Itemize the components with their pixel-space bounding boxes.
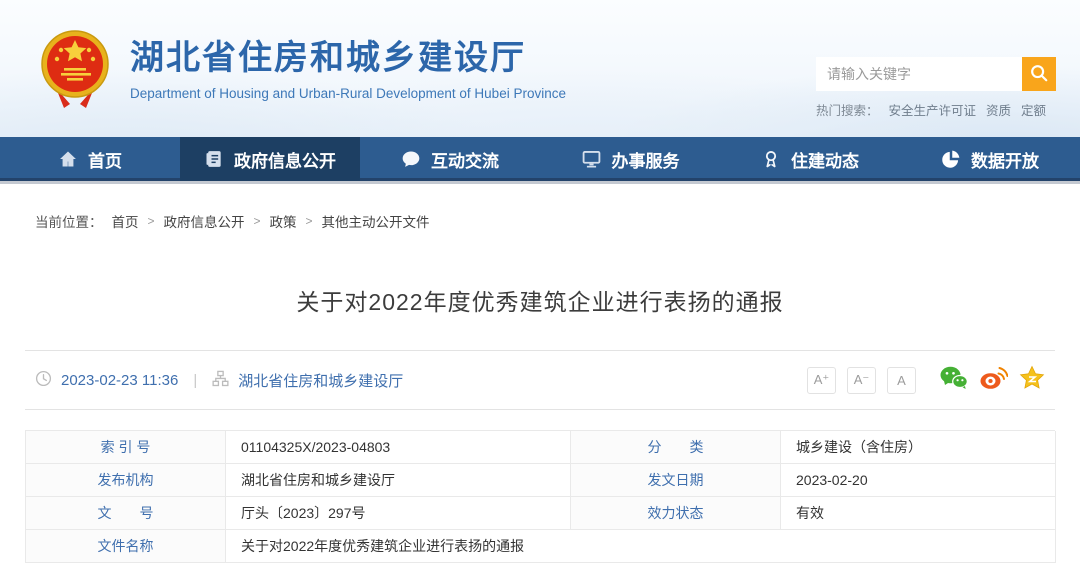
search-area: 热门搜索： 安全生产许可证 资质 定额 [816, 57, 1056, 119]
nav-item-label: 住建动态 [791, 151, 859, 171]
info-value-doc-title: 关于对2022年度优秀建筑企业进行表扬的通报 [226, 530, 1056, 563]
nav-item-label: 数据开放 [971, 151, 1039, 171]
hot-search-link[interactable]: 资质 [986, 100, 1011, 119]
org-sitemap-icon [212, 370, 229, 391]
info-value-issue-date: 2023-02-20 [781, 464, 1056, 497]
nav-item-news[interactable]: 住建动态 [720, 137, 900, 181]
chat-bubble-icon [401, 149, 421, 169]
nav-item-label: 首页 [88, 151, 122, 171]
info-label-index-number: 索 引 号 [26, 431, 226, 464]
info-label-validity-status: 效力状态 [571, 497, 781, 530]
info-value-index-number: 01104325X/2023-04803 [226, 431, 571, 464]
nav-item-gov-info[interactable]: 政府信息公开 [180, 137, 360, 181]
search-button[interactable] [1022, 57, 1056, 91]
meta-separator: | [193, 371, 198, 389]
national-emblem-logo [36, 26, 114, 112]
nav-item-label: 政府信息公开 [234, 151, 336, 171]
breadcrumb: 当前位置： 首页 > 政府信息公开 > 政策 > 其他主动公开文件 [35, 211, 1080, 231]
article-title: 关于对2022年度优秀建筑企业进行表扬的通报 [296, 289, 784, 315]
nav-item-label: 互动交流 [431, 151, 499, 171]
nav-item-home[interactable]: 首页 [0, 137, 180, 181]
info-value-issuing-agency: 湖北省住房和城乡建设厅 [226, 464, 571, 497]
hot-search-link[interactable]: 定额 [1021, 100, 1046, 119]
hot-search-link[interactable]: 安全生产许可证 [889, 100, 977, 119]
info-label-issue-date: 发文日期 [571, 464, 781, 497]
site-header: 湖北省住房和城乡建设厅 Department of Housing and Ur… [0, 0, 1080, 137]
font-decrease-button[interactable]: A⁻ [847, 366, 876, 394]
pie-chart-icon [941, 149, 961, 169]
document-icon [204, 149, 224, 169]
breadcrumb-label: 当前位置： [35, 215, 103, 230]
breadcrumb-item-policy[interactable]: 政策 [270, 211, 297, 231]
info-value-validity-status: 有效 [781, 497, 1056, 530]
publish-time: 2023-02-23 11:36 [61, 371, 179, 389]
qzone-star-icon[interactable] [1019, 365, 1045, 395]
nav-item-services[interactable]: 办事服务 [540, 137, 720, 181]
nav-item-open-data[interactable]: 数据开放 [900, 137, 1080, 181]
site-title: 湖北省住房和城乡建设厅 [130, 39, 526, 77]
search-input[interactable] [816, 57, 1022, 91]
wechat-icon[interactable] [939, 365, 968, 395]
weibo-icon[interactable] [979, 365, 1009, 395]
hot-search-label: 热门搜索： [816, 104, 879, 118]
monitor-icon [581, 149, 602, 169]
breadcrumb-separator: > [305, 214, 313, 228]
clock-icon [35, 370, 52, 391]
breadcrumb-item-other-docs[interactable]: 其他主动公开文件 [322, 211, 430, 231]
info-label-doc-number: 文 号 [26, 497, 226, 530]
info-label-category: 分 类 [571, 431, 781, 464]
breadcrumb-item-gov-info[interactable]: 政府信息公开 [164, 211, 245, 231]
font-increase-button[interactable]: A⁺ [807, 366, 836, 394]
article-meta-bar: 2023-02-23 11:36 | 湖北省住房和城乡建设厅 A⁺ A⁻ A [25, 350, 1055, 410]
nav-item-label: 办事服务 [611, 151, 680, 171]
medal-icon [761, 149, 781, 169]
document-info-table: 索 引 号 01104325X/2023-04803 分 类 城乡建设（含住房）… [25, 430, 1056, 563]
info-label-issuing-agency: 发布机构 [26, 464, 226, 497]
nav-item-interaction[interactable]: 互动交流 [360, 137, 540, 181]
main-nav: 首页 政府信息公开 互动交流 办事服务 住建动态 数据开放 [0, 137, 1080, 181]
article-source[interactable]: 湖北省住房和城乡建设厅 [238, 370, 403, 391]
search-icon [1029, 63, 1049, 86]
breadcrumb-separator: > [147, 214, 155, 228]
breadcrumb-item-home[interactable]: 首页 [112, 211, 139, 231]
info-value-doc-number: 厅头〔2023〕297号 [226, 497, 571, 530]
font-reset-button[interactable]: A [887, 366, 916, 394]
breadcrumb-separator: > [253, 214, 261, 228]
site-subtitle: Department of Housing and Urban-Rural De… [130, 86, 566, 102]
info-label-doc-title: 文件名称 [26, 530, 226, 563]
info-value-category: 城乡建设（含住房） [781, 431, 1056, 464]
home-icon [58, 149, 78, 169]
